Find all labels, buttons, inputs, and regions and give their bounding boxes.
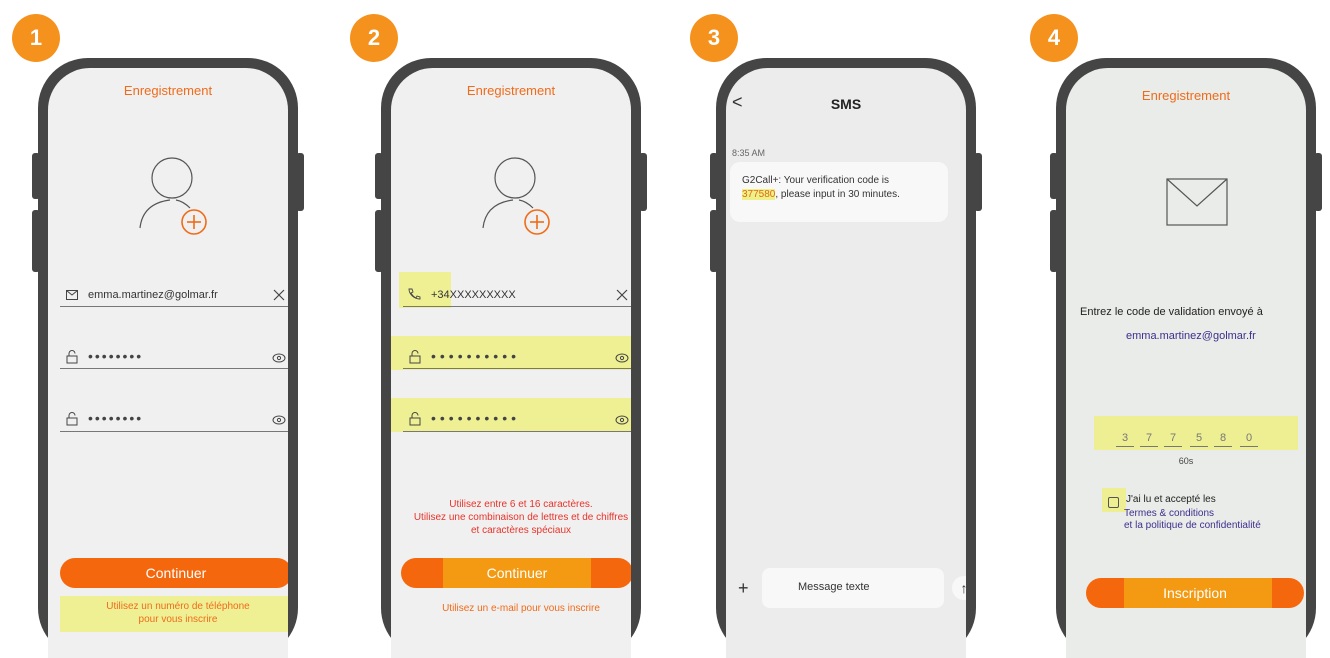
validation-prompt: Entrez le code de validation envoyé à bbox=[1080, 306, 1263, 318]
email-signup-link[interactable]: Utilisez un e-mail pour vous inscrire bbox=[391, 602, 631, 615]
mail-icon bbox=[66, 290, 78, 300]
lock-icon bbox=[66, 350, 78, 364]
sms-message-line2: , please input in 30 minutes. bbox=[775, 189, 900, 200]
eye-icon[interactable] bbox=[272, 415, 286, 425]
accept-text: J'ai lu et accepté les bbox=[1126, 494, 1216, 505]
message-placeholder: Message texte bbox=[798, 581, 870, 593]
attach-button[interactable]: + bbox=[738, 578, 749, 599]
step-badge-4: 4 bbox=[1030, 14, 1078, 62]
confirm-password-field[interactable]: •••••••• bbox=[88, 410, 143, 426]
code-digit-5[interactable]: 8 bbox=[1214, 432, 1232, 447]
send-button[interactable]: ↑ bbox=[952, 576, 966, 600]
code-digit-4[interactable]: 5 bbox=[1190, 432, 1208, 447]
privacy-link[interactable]: et la politique de confidentialité bbox=[1124, 520, 1261, 531]
step-badge-1: 1 bbox=[12, 14, 60, 62]
clear-icon[interactable] bbox=[616, 289, 628, 301]
target-email: emma.martinez@golmar.fr bbox=[1126, 330, 1256, 342]
phone-number-field[interactable]: +34XXXXXXXXX bbox=[431, 289, 516, 301]
eye-icon[interactable] bbox=[272, 353, 286, 363]
page-title: Enregistrement bbox=[123, 83, 213, 98]
lock-icon bbox=[66, 412, 78, 426]
step-badge-3: 3 bbox=[690, 14, 738, 62]
verification-code: 377580 bbox=[742, 189, 776, 200]
phone-icon bbox=[408, 288, 421, 300]
sms-message-line1: G2Call+: Your verification code is bbox=[742, 175, 890, 186]
code-digit-2[interactable]: 7 bbox=[1140, 432, 1158, 447]
message-time: 8:35 AM bbox=[732, 148, 766, 158]
page-title: Enregistrement bbox=[466, 83, 556, 98]
inscription-button[interactable]: Inscription bbox=[1086, 578, 1304, 608]
phone-screen-3: < SMS 8:35 AM G2Call+: Your verification… bbox=[710, 58, 982, 658]
phone-screen-1: Enregistrement emma.martinez@golmar.fr •… bbox=[32, 58, 304, 658]
accept-terms-checkbox[interactable] bbox=[1108, 497, 1119, 508]
terms-link[interactable]: Termes & conditions bbox=[1124, 508, 1214, 519]
sms-header: SMS bbox=[830, 96, 862, 112]
resend-timer: 60s bbox=[1178, 456, 1194, 466]
clear-icon[interactable] bbox=[273, 289, 285, 301]
phone-screen-2: Enregistrement +34XXXXXXXXX •••••••••• •… bbox=[375, 58, 647, 658]
message-input[interactable]: Message texte bbox=[762, 568, 944, 608]
eye-icon[interactable] bbox=[615, 415, 629, 425]
phone-screen-4: Enregistrement Entrez le code de validat… bbox=[1050, 58, 1322, 658]
eye-icon[interactable] bbox=[615, 353, 629, 363]
add-avatar-icon[interactable] bbox=[136, 154, 216, 240]
phone-signup-link[interactable]: Utilisez un numéro de téléphone pour vou… bbox=[60, 600, 288, 626]
lock-icon bbox=[409, 350, 421, 364]
code-digit-3[interactable]: 7 bbox=[1164, 432, 1182, 447]
lock-icon bbox=[409, 412, 421, 426]
code-digit-1[interactable]: 3 bbox=[1116, 432, 1134, 447]
confirm-password-field[interactable]: •••••••••• bbox=[431, 410, 520, 426]
code-digit-6[interactable]: 0 bbox=[1240, 432, 1258, 447]
step-badge-2: 2 bbox=[350, 14, 398, 62]
password-rules: Utilisez entre 6 et 16 caractères. Utili… bbox=[413, 499, 629, 536]
page-title: Enregistrement bbox=[1141, 88, 1231, 103]
continue-button[interactable]: Continuer bbox=[60, 558, 288, 588]
envelope-icon bbox=[1166, 178, 1228, 226]
add-avatar-icon[interactable] bbox=[479, 154, 559, 240]
email-field[interactable]: emma.martinez@golmar.fr bbox=[88, 289, 218, 301]
password-field[interactable]: •••••••• bbox=[88, 348, 143, 364]
password-field[interactable]: •••••••••• bbox=[431, 348, 520, 364]
continue-button[interactable]: Continuer bbox=[401, 558, 631, 588]
